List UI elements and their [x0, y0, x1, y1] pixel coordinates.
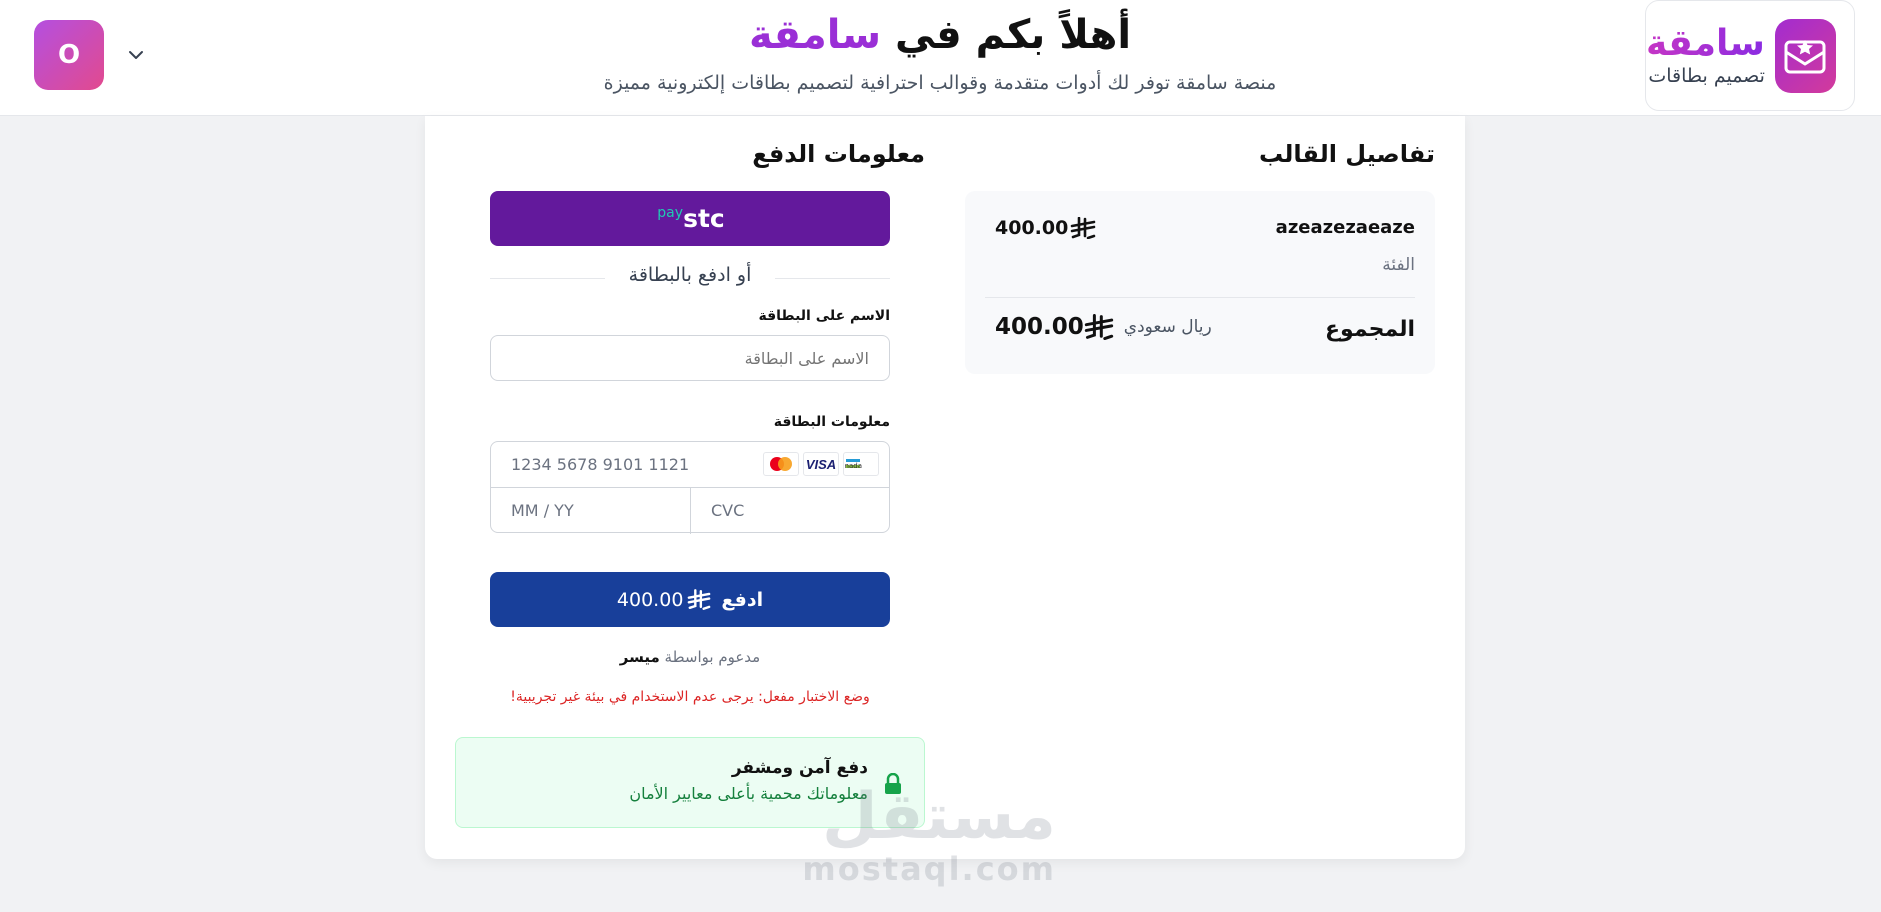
- top-header: سامقة تصميم بطاقات أهلاً بكم في سامقة من…: [0, 0, 1881, 116]
- details-title: تفاصيل القالب: [1258, 140, 1435, 168]
- brand-logo[interactable]: سامقة تصميم بطاقات: [1645, 0, 1855, 111]
- riyal-icon: [688, 589, 711, 610]
- welcome-prefix: أهلاً بكم في: [881, 12, 1132, 58]
- name-on-card-label: الاسم على البطاقة: [758, 308, 890, 324]
- card-info-label: معلومات البطاقة: [773, 414, 890, 430]
- visa-text: VISA: [805, 456, 837, 472]
- chevron-down-icon[interactable]: [126, 45, 146, 65]
- card-number-placeholder: 1234 5678 9101 1121: [511, 455, 690, 474]
- brand-text: سامقة تصميم بطاقات: [1646, 22, 1765, 88]
- welcome-block: أهلاً بكم في سامقة منصة سامقة توفر لك أد…: [540, 10, 1340, 94]
- template-name: azeazezaeaze: [1275, 217, 1415, 238]
- total-amount: 400.00 ريال سعودي: [995, 314, 1212, 340]
- cvc-placeholder: CVC: [711, 501, 745, 520]
- expiry-field[interactable]: MM / YY: [491, 488, 691, 534]
- riyal-icon: [1084, 314, 1113, 340]
- name-on-card-input[interactable]: [490, 335, 890, 381]
- svg-text:mada: mada: [845, 462, 862, 470]
- stc-logo-text: stc: [683, 204, 725, 233]
- card-number-field[interactable]: 1234 5678 9101 1121 VISA mada: [491, 442, 889, 488]
- pay-button[interactable]: ادفع 400.00: [490, 572, 890, 627]
- currency-text: ريال سعودي: [1123, 317, 1212, 337]
- template-price-value: 400.00: [995, 217, 1069, 239]
- mastercard-icon: [763, 452, 799, 476]
- or-divider: أو ادفع بالبطاقة: [490, 264, 890, 294]
- total-value-text: 400.00: [995, 314, 1084, 340]
- riyal-icon: [1071, 217, 1096, 239]
- template-price: 400.00: [995, 217, 1096, 239]
- welcome-accent: سامقة: [748, 12, 882, 58]
- payment-title: معلومات الدفع: [752, 140, 925, 168]
- powered-prefix: مدعوم بواسطة: [659, 648, 761, 666]
- welcome-title: أهلاً بكم في سامقة: [540, 10, 1340, 60]
- stc-pay-button[interactable]: stc pay: [490, 191, 890, 246]
- total-value: 400.00: [995, 314, 1114, 340]
- user-menu[interactable]: O: [34, 20, 146, 90]
- secure-title: دفع آمن ومشفر: [731, 758, 868, 778]
- pay-label: ادفع: [721, 588, 764, 611]
- watermark-sub: mostaql.com: [802, 850, 1056, 888]
- pay-amount-value: 400.00: [616, 588, 684, 611]
- pay-amount: 400.00: [617, 589, 711, 611]
- powered-brand: ميسر: [619, 648, 660, 666]
- card-brands: VISA mada: [763, 452, 879, 476]
- envelope-star-icon: [1774, 18, 1836, 93]
- powered-by: مدعوم بواسطة ميسر: [490, 648, 890, 666]
- total-label: المجموع: [1325, 317, 1415, 342]
- watermark-main: مستقل: [821, 780, 1056, 854]
- details-divider: [985, 297, 1415, 298]
- or-text-label: أو ادفع بالبطاقة: [614, 264, 766, 286]
- category-label: الفئة: [1382, 255, 1415, 275]
- brand-subtitle: تصميم بطاقات: [1648, 64, 1765, 87]
- test-mode-warning: وضع الاختبار مفعل: يرجى عدم الاستخدام في…: [510, 689, 870, 705]
- brand-name: سامقة: [1646, 22, 1765, 64]
- welcome-subtitle: منصة سامقة توفر لك أدوات متقدمة وقوالب ا…: [603, 72, 1277, 94]
- or-text: أو ادفع بالبطاقة: [490, 264, 890, 286]
- visa-icon: VISA: [803, 452, 839, 476]
- expiry-placeholder: MM / YY: [511, 501, 574, 520]
- card-info-box: 1234 5678 9101 1121 VISA mada MM / YY CV…: [490, 441, 891, 534]
- stc-pay-text: pay: [657, 204, 684, 221]
- cvc-field[interactable]: CVC: [691, 488, 891, 534]
- watermark: مستقل mostaql.com: [802, 780, 1056, 888]
- avatar[interactable]: O: [34, 20, 104, 90]
- template-details-box: azeazezaeaze 400.00 الفئة المجموع 400.00…: [965, 191, 1435, 374]
- mada-icon: mada: [843, 452, 879, 476]
- checkout-card: تفاصيل القالب azeazezaeaze 400.00 الفئة …: [425, 116, 1465, 859]
